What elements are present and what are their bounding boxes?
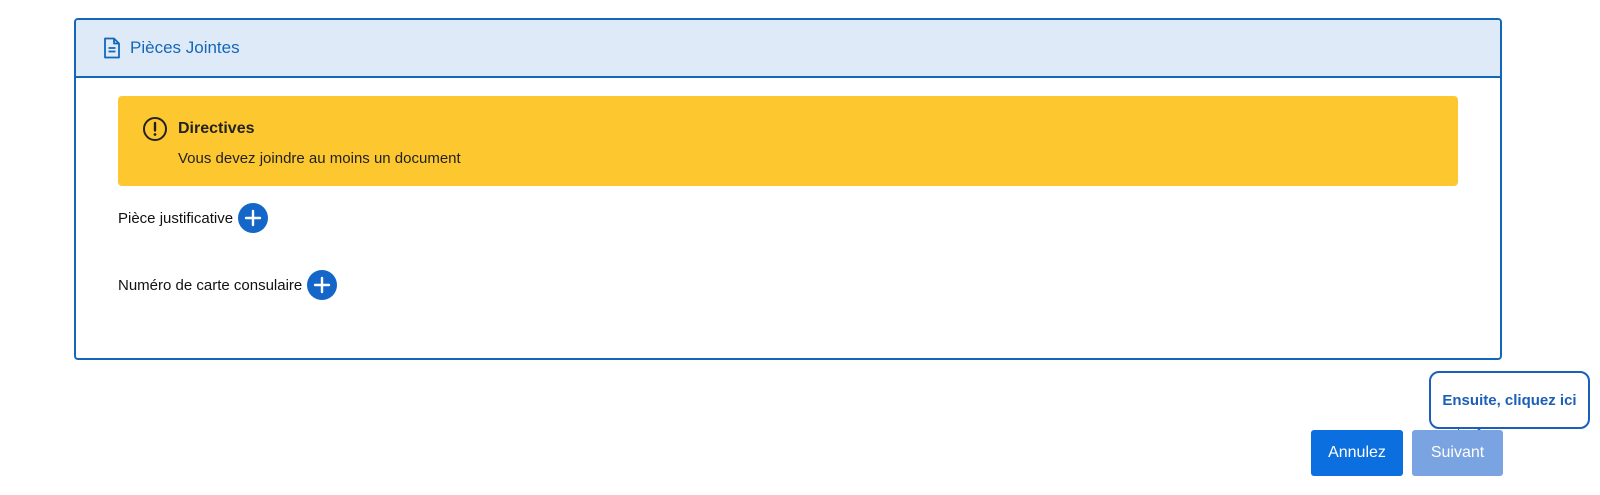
cancel-button[interactable]: Annulez <box>1311 430 1403 476</box>
attachment-row-supporting-document: Pièce justificative <box>118 203 269 233</box>
exclamation-circle-icon <box>142 116 168 142</box>
attachment-row-consular-card: Numéro de carte consulaire <box>118 270 338 300</box>
attachment-label: Pièce justificative <box>118 209 234 227</box>
alert-title: Directives <box>178 120 255 137</box>
page: Pièces Jointes Directives Vous devez joi… <box>0 0 1600 495</box>
panel-title: Pièces Jointes <box>130 38 240 57</box>
panel-header: Pièces Jointes <box>76 20 1500 78</box>
tooltip-text: Ensuite, cliquez ici <box>1442 391 1577 409</box>
plus-circle-icon <box>314 276 331 294</box>
plus-circle-icon <box>244 209 262 227</box>
hint-tooltip: Ensuite, cliquez ici <box>1429 371 1590 429</box>
next-button[interactable]: Suivant <box>1412 430 1503 476</box>
attachment-label: Numéro de carte consulaire <box>118 276 303 294</box>
attachments-panel: Pièces Jointes Directives Vous devez joi… <box>74 18 1502 360</box>
alert-message: Vous devez joindre au moins un document <box>178 150 461 167</box>
add-consular-card-button[interactable] <box>307 270 338 300</box>
add-supporting-document-button[interactable] <box>238 203 269 233</box>
directives-alert: Directives Vous devez joindre au moins u… <box>118 96 1458 186</box>
document-icon <box>102 37 122 59</box>
